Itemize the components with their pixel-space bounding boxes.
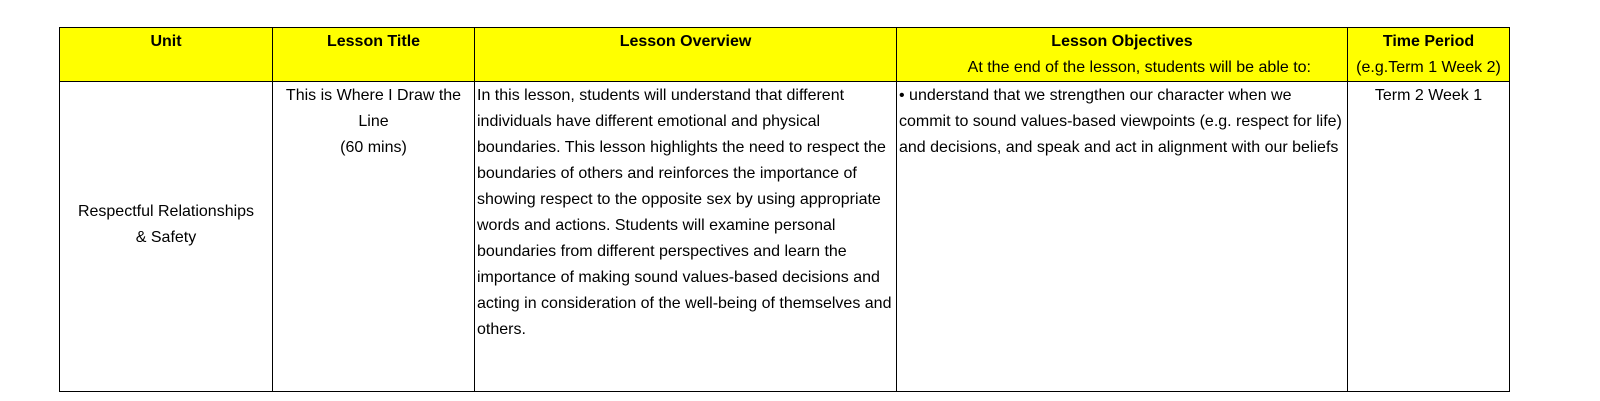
header-row: Unit Lesson Title Lesson Overview Lesson… [59, 27, 1510, 82]
table-row: Respectful Relationships & Safety This i… [59, 81, 1510, 392]
lesson-overview-text: In this lesson, students will understand… [477, 87, 892, 338]
header-time-period: Time Period (e.g.Term 1 Week 2) [1347, 27, 1510, 82]
cell-time-period: Term 2 Week 1 [1347, 81, 1510, 392]
header-unit: Unit [59, 27, 273, 82]
cell-lesson-objectives: • understand that we strengthen our char… [896, 81, 1348, 392]
header-unit-label: Unit [150, 33, 182, 50]
header-time-period-label: Time Period [1382, 33, 1475, 50]
header-lesson-objectives-subtitle: At the end of the lesson, students will … [967, 59, 1311, 76]
header-lesson-overview: Lesson Overview [474, 27, 897, 82]
lesson-duration: (60 mins) [340, 139, 407, 156]
time-period-value: Term 2 Week 1 [1374, 87, 1483, 104]
lesson-objective-item: • understand that we strengthen our char… [899, 87, 1342, 156]
header-lesson-objectives-label: Lesson Objectives [1051, 33, 1193, 50]
header-lesson-title: Lesson Title [272, 27, 475, 82]
cell-lesson-overview: In this lesson, students will understand… [474, 81, 897, 392]
lesson-plan-table: Unit Lesson Title Lesson Overview Lesson… [59, 27, 1510, 392]
cell-unit: Respectful Relationships & Safety [59, 81, 273, 392]
lesson-title-line-2: Line [358, 113, 389, 130]
unit-name-line-1: Respectful Relationships [77, 203, 255, 220]
header-lesson-objectives: Lesson Objectives At the end of the less… [896, 27, 1348, 82]
unit-name-line-2: & Safety [135, 229, 197, 246]
header-lesson-overview-label: Lesson Overview [619, 33, 752, 50]
cell-lesson-title: This is Where I Draw the Line (60 mins) [272, 81, 475, 392]
header-time-period-example: (e.g.Term 1 Week 2) [1356, 59, 1501, 76]
header-lesson-title-label: Lesson Title [326, 33, 421, 50]
lesson-title-line-1: This is Where I Draw the [285, 87, 462, 104]
